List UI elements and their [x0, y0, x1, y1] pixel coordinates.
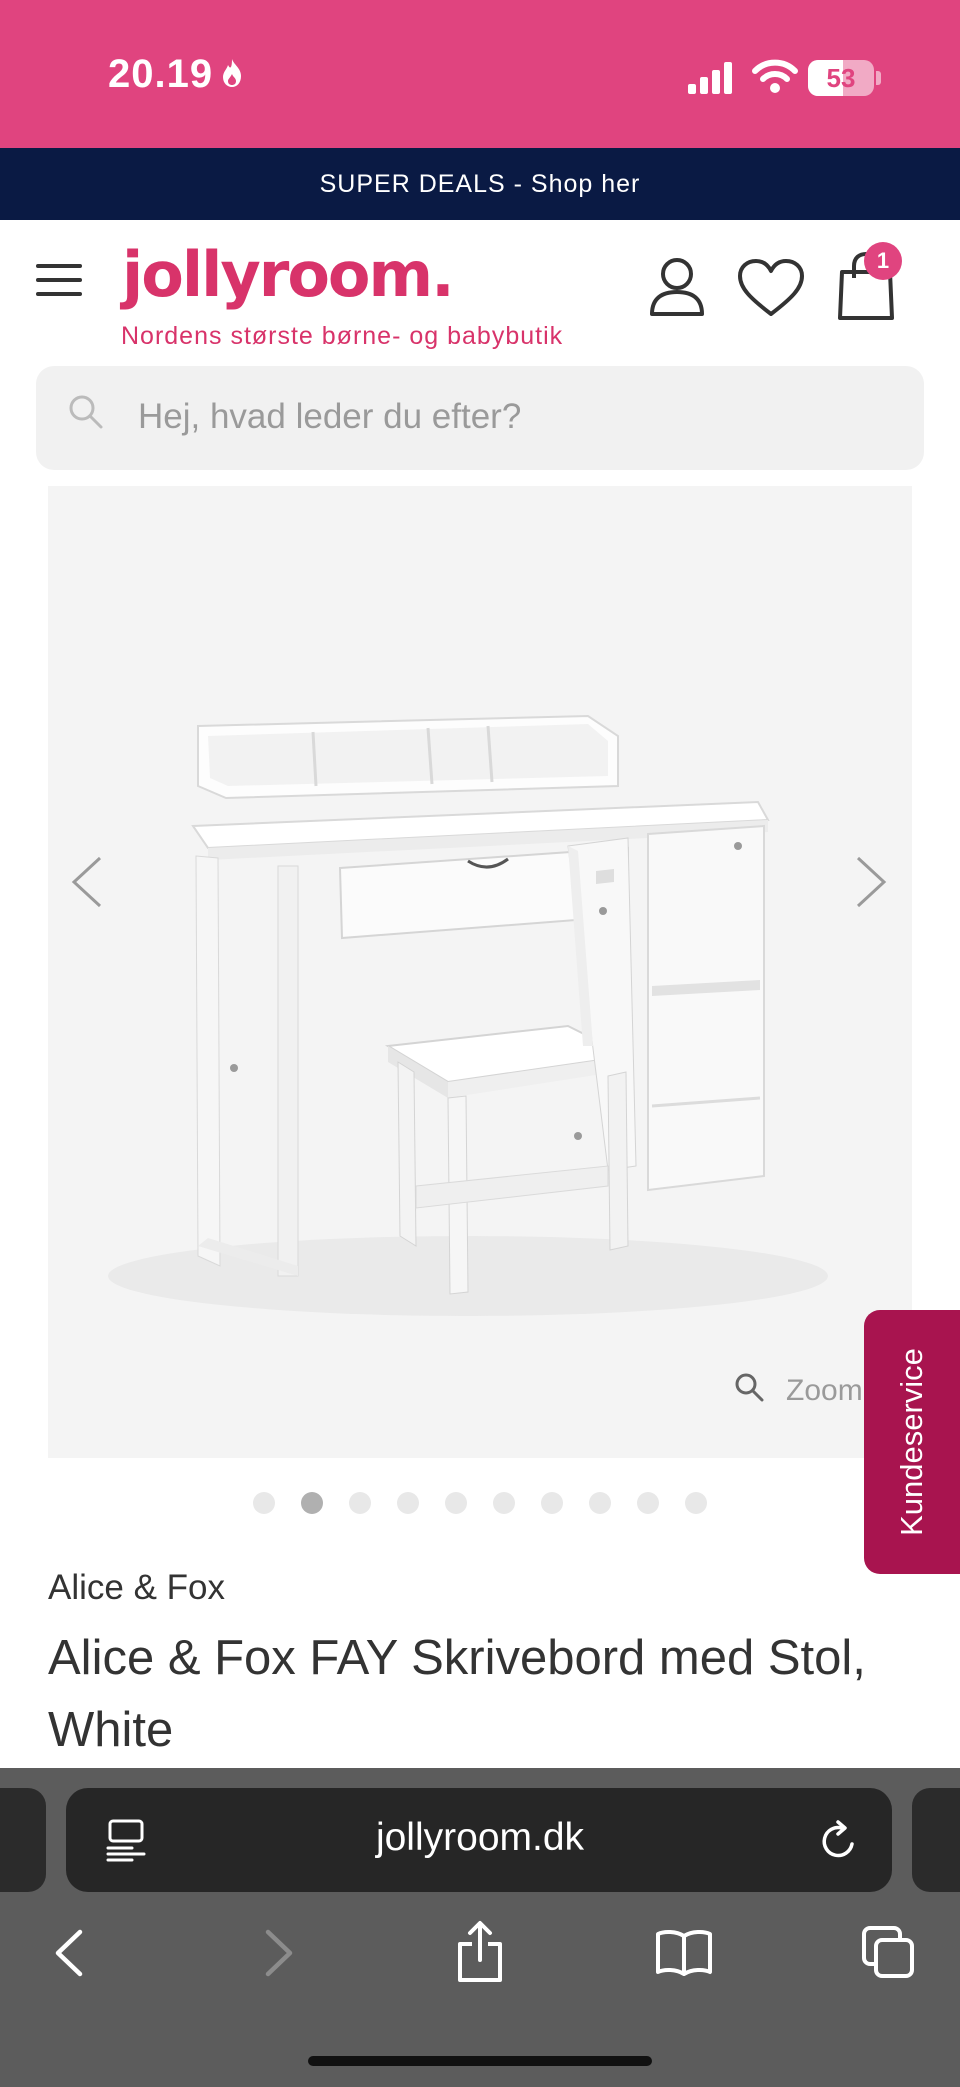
- bookmarks-icon[interactable]: [654, 1928, 714, 1976]
- tabs-icon[interactable]: [860, 1924, 916, 1980]
- battery-level: 53: [826, 63, 856, 93]
- desk-with-chair-image: [108, 714, 828, 1316]
- status-time: 20.19: [108, 52, 214, 96]
- product-brand[interactable]: Alice & Fox: [48, 1568, 225, 1608]
- pagination-dot[interactable]: [253, 1492, 275, 1514]
- url-text[interactable]: jollyroom.dk: [0, 1816, 960, 1860]
- pagination-dot[interactable]: [397, 1492, 419, 1514]
- pagination-dot[interactable]: [349, 1492, 371, 1514]
- tagline: Nordens største børne- og babybutik: [121, 322, 564, 350]
- back-arrow-icon[interactable]: [52, 1928, 86, 1978]
- user-icon[interactable]: [648, 256, 706, 316]
- pagination-dot[interactable]: [541, 1492, 563, 1514]
- product-image[interactable]: [48, 486, 912, 1458]
- reload-icon[interactable]: [820, 1818, 858, 1862]
- promo-banner[interactable]: SUPER DEALS - Shop her: [0, 148, 960, 220]
- battery-tip: [876, 71, 881, 85]
- menu-icon[interactable]: [36, 262, 84, 298]
- zoom-label[interactable]: Zoom: [786, 1374, 863, 1408]
- search-input[interactable]: [138, 392, 878, 442]
- previous-image-arrow-icon[interactable]: [70, 856, 104, 908]
- cart-count-badge[interactable]: 1: [864, 242, 902, 280]
- pagination-dot[interactable]: [493, 1492, 515, 1514]
- pagination-dot[interactable]: [445, 1492, 467, 1514]
- pagination-dot[interactable]: [637, 1492, 659, 1514]
- forward-arrow-icon[interactable]: [262, 1928, 296, 1978]
- logo[interactable]: jollyroom.: [122, 238, 455, 311]
- flame-icon: [223, 59, 241, 87]
- share-icon[interactable]: [454, 1920, 506, 1984]
- pagination-dot[interactable]: [301, 1492, 323, 1514]
- next-image-arrow-icon[interactable]: [854, 856, 888, 908]
- pagination-dot[interactable]: [589, 1492, 611, 1514]
- image-pagination[interactable]: [0, 1492, 960, 1518]
- kundeservice-tab[interactable]: Kundeservice: [864, 1310, 960, 1574]
- home-indicator[interactable]: [308, 2056, 652, 2066]
- search-icon: [69, 395, 103, 429]
- zoom-icon[interactable]: [734, 1372, 764, 1402]
- wifi-icon: [752, 59, 798, 93]
- signal-icon: [688, 62, 732, 94]
- product-title: Alice & Fox FAY Skrivebord med Stol, Whi…: [48, 1631, 866, 1757]
- battery-indicator: 53: [808, 60, 874, 96]
- heart-icon[interactable]: [736, 258, 806, 318]
- pagination-dot[interactable]: [685, 1492, 707, 1514]
